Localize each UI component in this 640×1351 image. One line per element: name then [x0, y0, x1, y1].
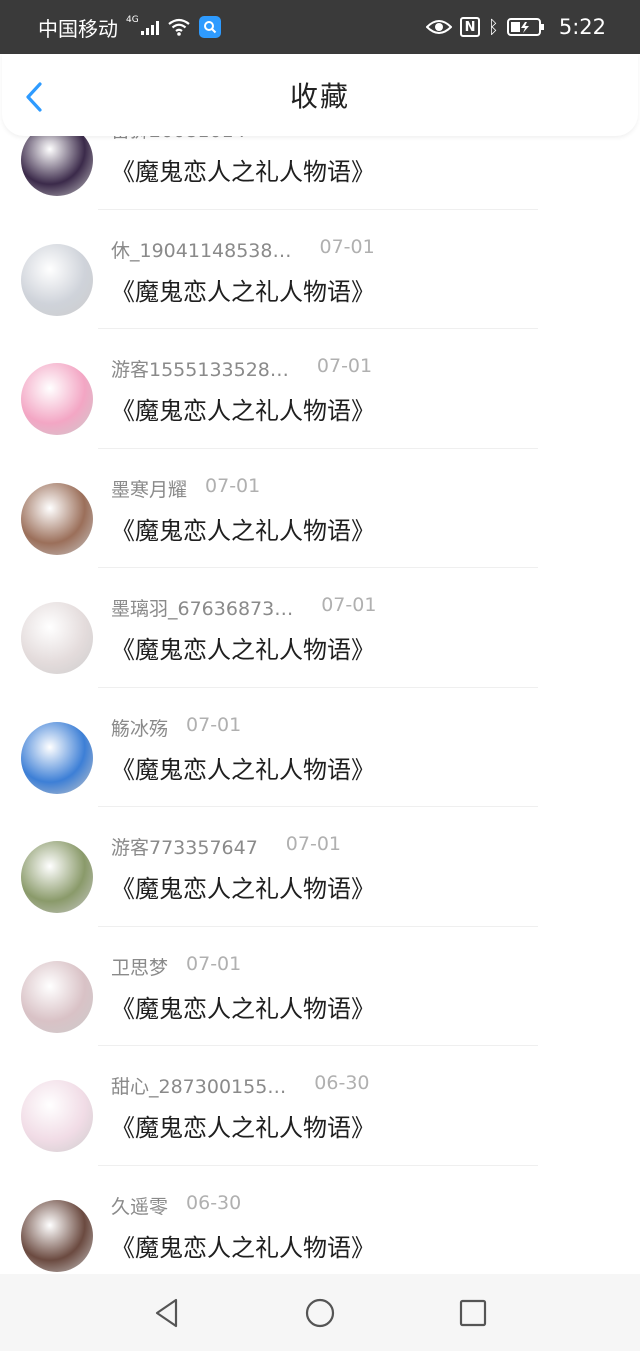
book-title[interactable]: 《魔鬼恋人之礼人物语》 [111, 391, 375, 426]
favorite-list-item[interactable]: 雷狮20081014 07-01 《魔鬼恋人之礼人物语》 [0, 136, 640, 210]
date-label: 07-01 [205, 474, 261, 497]
back-button[interactable] [20, 80, 50, 114]
date-label: 06-30 [314, 1072, 370, 1094]
username-label: 墨寒月耀 [111, 478, 188, 501]
status-right: N ᛒ 5:22 [426, 15, 606, 39]
carrier-label: 中国移动 [38, 16, 118, 41]
page-title: 收藏 [289, 80, 350, 113]
date-label: 07-01 [264, 136, 319, 143]
username-label: 游客773357647 [111, 837, 258, 859]
book-title[interactable]: 《魔鬼恋人之礼人物语》 [111, 511, 375, 546]
status-left: 中国移动 4G [38, 13, 221, 42]
username-label: 雷狮20081014 [111, 136, 246, 143]
book-title[interactable]: 《魔鬼恋人之礼人物语》 [111, 989, 375, 1024]
back-triangle-icon [155, 1298, 177, 1327]
network-type-label: 4G [126, 15, 139, 25]
eye-icon [426, 20, 453, 34]
book-title[interactable]: 《魔鬼恋人之礼人物语》 [111, 1108, 375, 1143]
favorite-list-item[interactable]: 墨寒月耀 07-01 《魔鬼恋人之礼人物语》 [0, 449, 640, 568]
item-meta: 雷狮20081014 07-01 [111, 136, 319, 143]
user-avatar[interactable] [21, 960, 93, 1033]
username-label: 休_19041148538… [111, 239, 292, 262]
date-label: 07-01 [316, 355, 373, 377]
favorite-list-item[interactable]: 甜心_287300155… 06-30 《魔鬼恋人之礼人物语》 [0, 1046, 640, 1166]
username-label: 墨璃羽_67636873… [111, 598, 294, 620]
app-header: 收藏 [2, 54, 638, 136]
item-meta: 墨璃羽_67636873… 07-01 [111, 594, 376, 621]
favorite-list-item[interactable]: 久遥零 06-30 《魔鬼恋人之礼人物语》 [0, 1166, 640, 1275]
favorite-list-item[interactable]: 觞冰殇 07-01 《魔鬼恋人之礼人物语》 [0, 688, 640, 807]
book-title[interactable]: 《魔鬼恋人之礼人物语》 [111, 630, 375, 665]
recents-square-icon [460, 1299, 487, 1326]
item-meta: 久遥零 06-30 [111, 1192, 241, 1219]
item-meta: 休_19041148538… 07-01 [111, 236, 375, 263]
system-nav-bar [0, 1274, 640, 1351]
user-avatar[interactable] [21, 482, 93, 555]
username-label: 久遥零 [111, 1195, 169, 1218]
bluetooth-icon: ᛒ [488, 16, 499, 38]
user-avatar[interactable] [21, 136, 93, 196]
username-label: 甜心_287300155… [111, 1076, 287, 1098]
date-label: 07-01 [186, 713, 242, 736]
favorite-list-item[interactable]: 休_19041148538… 07-01 《魔鬼恋人之礼人物语》 [0, 210, 640, 329]
book-title[interactable]: 《魔鬼恋人之礼人物语》 [111, 272, 375, 307]
user-avatar[interactable] [21, 363, 93, 435]
battery-icon [506, 18, 544, 36]
favorite-list-item[interactable]: 墨璃羽_67636873… 07-01 《魔鬼恋人之礼人物语》 [0, 568, 640, 688]
clock-label: 5:22 [558, 15, 606, 39]
favorites-list[interactable]: 雷狮2008101407-01《魔鬼恋人之礼人物语》休_19041148538…… [0, 136, 640, 1274]
user-avatar[interactable] [21, 602, 93, 674]
item-meta: 墨寒月耀 07-01 [111, 475, 260, 502]
item-meta: 卫思梦 07-01 [111, 953, 241, 980]
date-label: 07-01 [285, 833, 342, 855]
item-meta: 游客1555133528… 07-01 [111, 355, 372, 382]
date-label: 06-30 [186, 1191, 242, 1214]
book-title[interactable]: 《魔鬼恋人之礼人物语》 [111, 869, 375, 904]
status-bar: 中国移动 4G N ᛒ 5:22 [0, 0, 640, 54]
favorite-list-item[interactable]: 游客1555133528… 07-01 《魔鬼恋人之礼人物语》 [0, 329, 640, 449]
username-label: 觞冰殇 [111, 717, 169, 740]
user-avatar[interactable] [21, 1199, 93, 1272]
chevron-left-icon [26, 82, 42, 112]
book-title[interactable]: 《魔鬼恋人之礼人物语》 [111, 152, 375, 187]
favorite-list-item[interactable]: 卫思梦 07-01 《魔鬼恋人之礼人物语》 [0, 927, 640, 1046]
username-label: 游客1555133528… [111, 359, 289, 381]
item-meta: 游客773357647 07-01 [111, 833, 341, 860]
book-title[interactable]: 《魔鬼恋人之礼人物语》 [111, 750, 375, 785]
nav-back-button[interactable] [147, 1293, 187, 1333]
user-avatar[interactable] [21, 721, 93, 794]
nfc-icon: N [460, 17, 481, 37]
nav-home-button[interactable] [300, 1293, 340, 1333]
book-title[interactable]: 《魔鬼恋人之礼人物语》 [111, 1228, 375, 1263]
date-label: 07-01 [321, 594, 377, 616]
date-label: 07-01 [319, 235, 375, 258]
signal-icon [140, 19, 159, 35]
item-meta: 甜心_287300155… 06-30 [111, 1072, 370, 1099]
user-avatar[interactable] [21, 1080, 93, 1152]
home-circle-icon [305, 1298, 335, 1327]
nav-recents-button[interactable] [453, 1293, 493, 1333]
search-app-icon [198, 16, 221, 38]
username-label: 卫思梦 [111, 956, 169, 979]
user-avatar[interactable] [21, 841, 93, 913]
user-avatar[interactable] [21, 243, 93, 316]
date-label: 07-01 [186, 952, 242, 975]
wifi-icon [168, 18, 190, 36]
favorite-list-item[interactable]: 游客773357647 07-01 《魔鬼恋人之礼人物语》 [0, 807, 640, 927]
item-meta: 觞冰殇 07-01 [111, 714, 241, 741]
